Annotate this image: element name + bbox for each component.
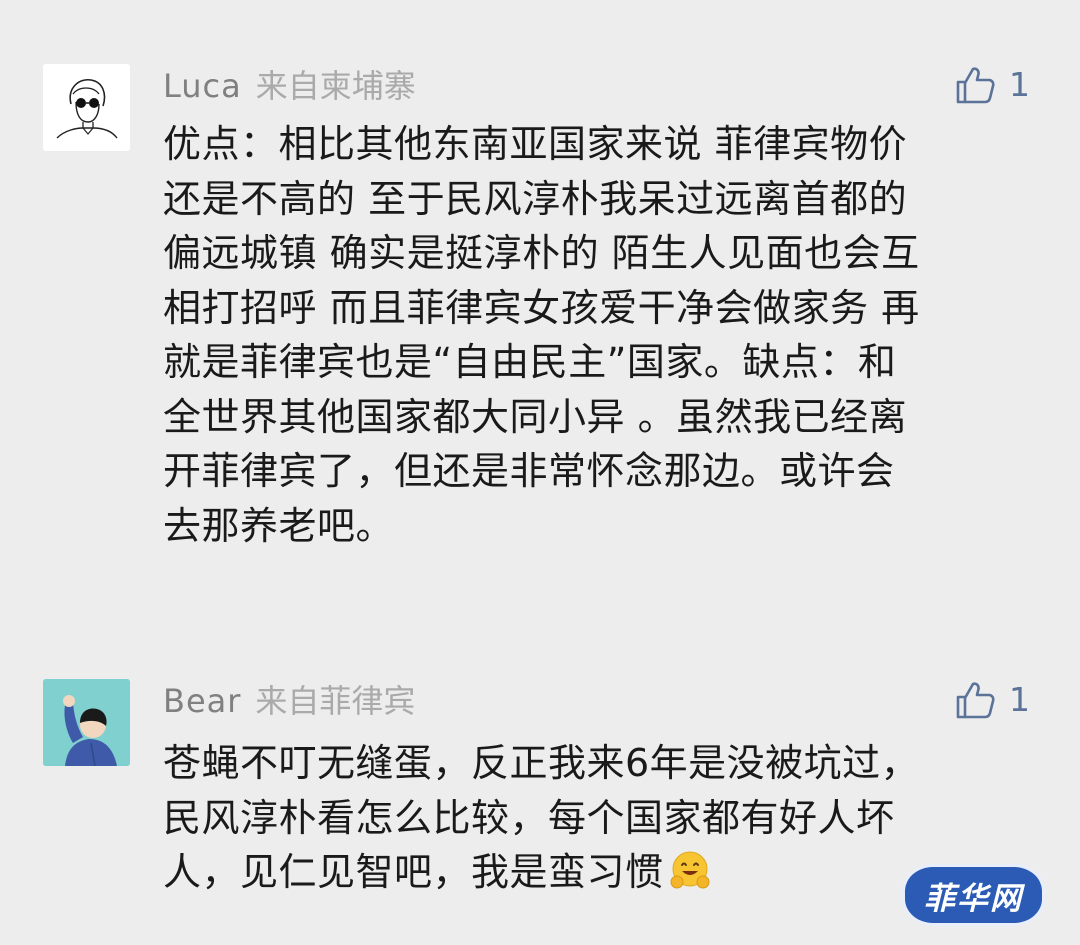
like-button[interactable]: 1 [955,674,1030,726]
like-count: 1 [1009,65,1030,104]
location-label: 来自菲律宾 [255,682,416,720]
comment-text: 优点：相比其他东南亚国家来说 菲律宾物价 还是不高的 至于民风淳朴我呆过远离首都… [163,117,1043,553]
comment-text-line: 偏远城镇 确实是挺淳朴的 陌生人见面也会互 [163,231,920,275]
site-watermark-logo: 菲华网 [905,867,1042,923]
like-button[interactable]: 1 [955,59,1030,111]
like-count: 1 [1009,680,1030,719]
avatar[interactable] [43,679,130,766]
comment-feed: Luca 来自柬埔寨 1 优点：相比其他东南亚国家来说 菲律宾物价 还是不高的 至… [0,0,1080,945]
comment-text-line: 民风淳朴看怎么比较，每个国家都有好人坏 [163,795,895,840]
thumbs-up-icon [956,682,995,719]
watermark-text: 菲华网 [924,880,1023,917]
comment-header: Luca 来自柬埔寨 [163,61,416,111]
avatar[interactable] [43,64,130,151]
comment-text-line: 去那养老吧。 [163,503,395,548]
smiling-hands-emoji-icon [668,849,712,908]
comment-text-line: 优点：相比其他东南亚国家来说 菲律宾物价 [163,122,908,166]
username[interactable]: Bear [163,682,241,720]
waving-person-avatar-icon [43,679,130,766]
comment-text-line: 相打招呼 而且菲律宾女孩爱干净会做家务 再 [163,285,920,330]
comment-text-line: 全世界其他国家都大同小异 。虽然我已经离 [163,394,908,439]
comment-header: Bear 来自菲律宾 [163,676,415,726]
comment-text-line: 就是菲律宾也是“自由民主”国家。缺点：和 [163,340,897,384]
location-label: 来自柬埔寨 [255,67,416,105]
comment-text-line: 还是不高的 至于民风淳朴我呆过远离首都的 [163,176,908,221]
comment-text-fragment: 人，见仁见智吧，我是蛮习惯 [163,850,664,894]
thumbs-up-icon [956,67,995,104]
comment-text-line: 苍蝇不叮无缝蛋，反正我来6年是没被坑过， [163,741,920,785]
comment-text-line: 开菲律宾了，但还是非常怀念那边。或许会 [163,449,895,493]
sketch-person-avatar-icon [43,64,130,151]
username[interactable]: Luca [163,67,242,105]
